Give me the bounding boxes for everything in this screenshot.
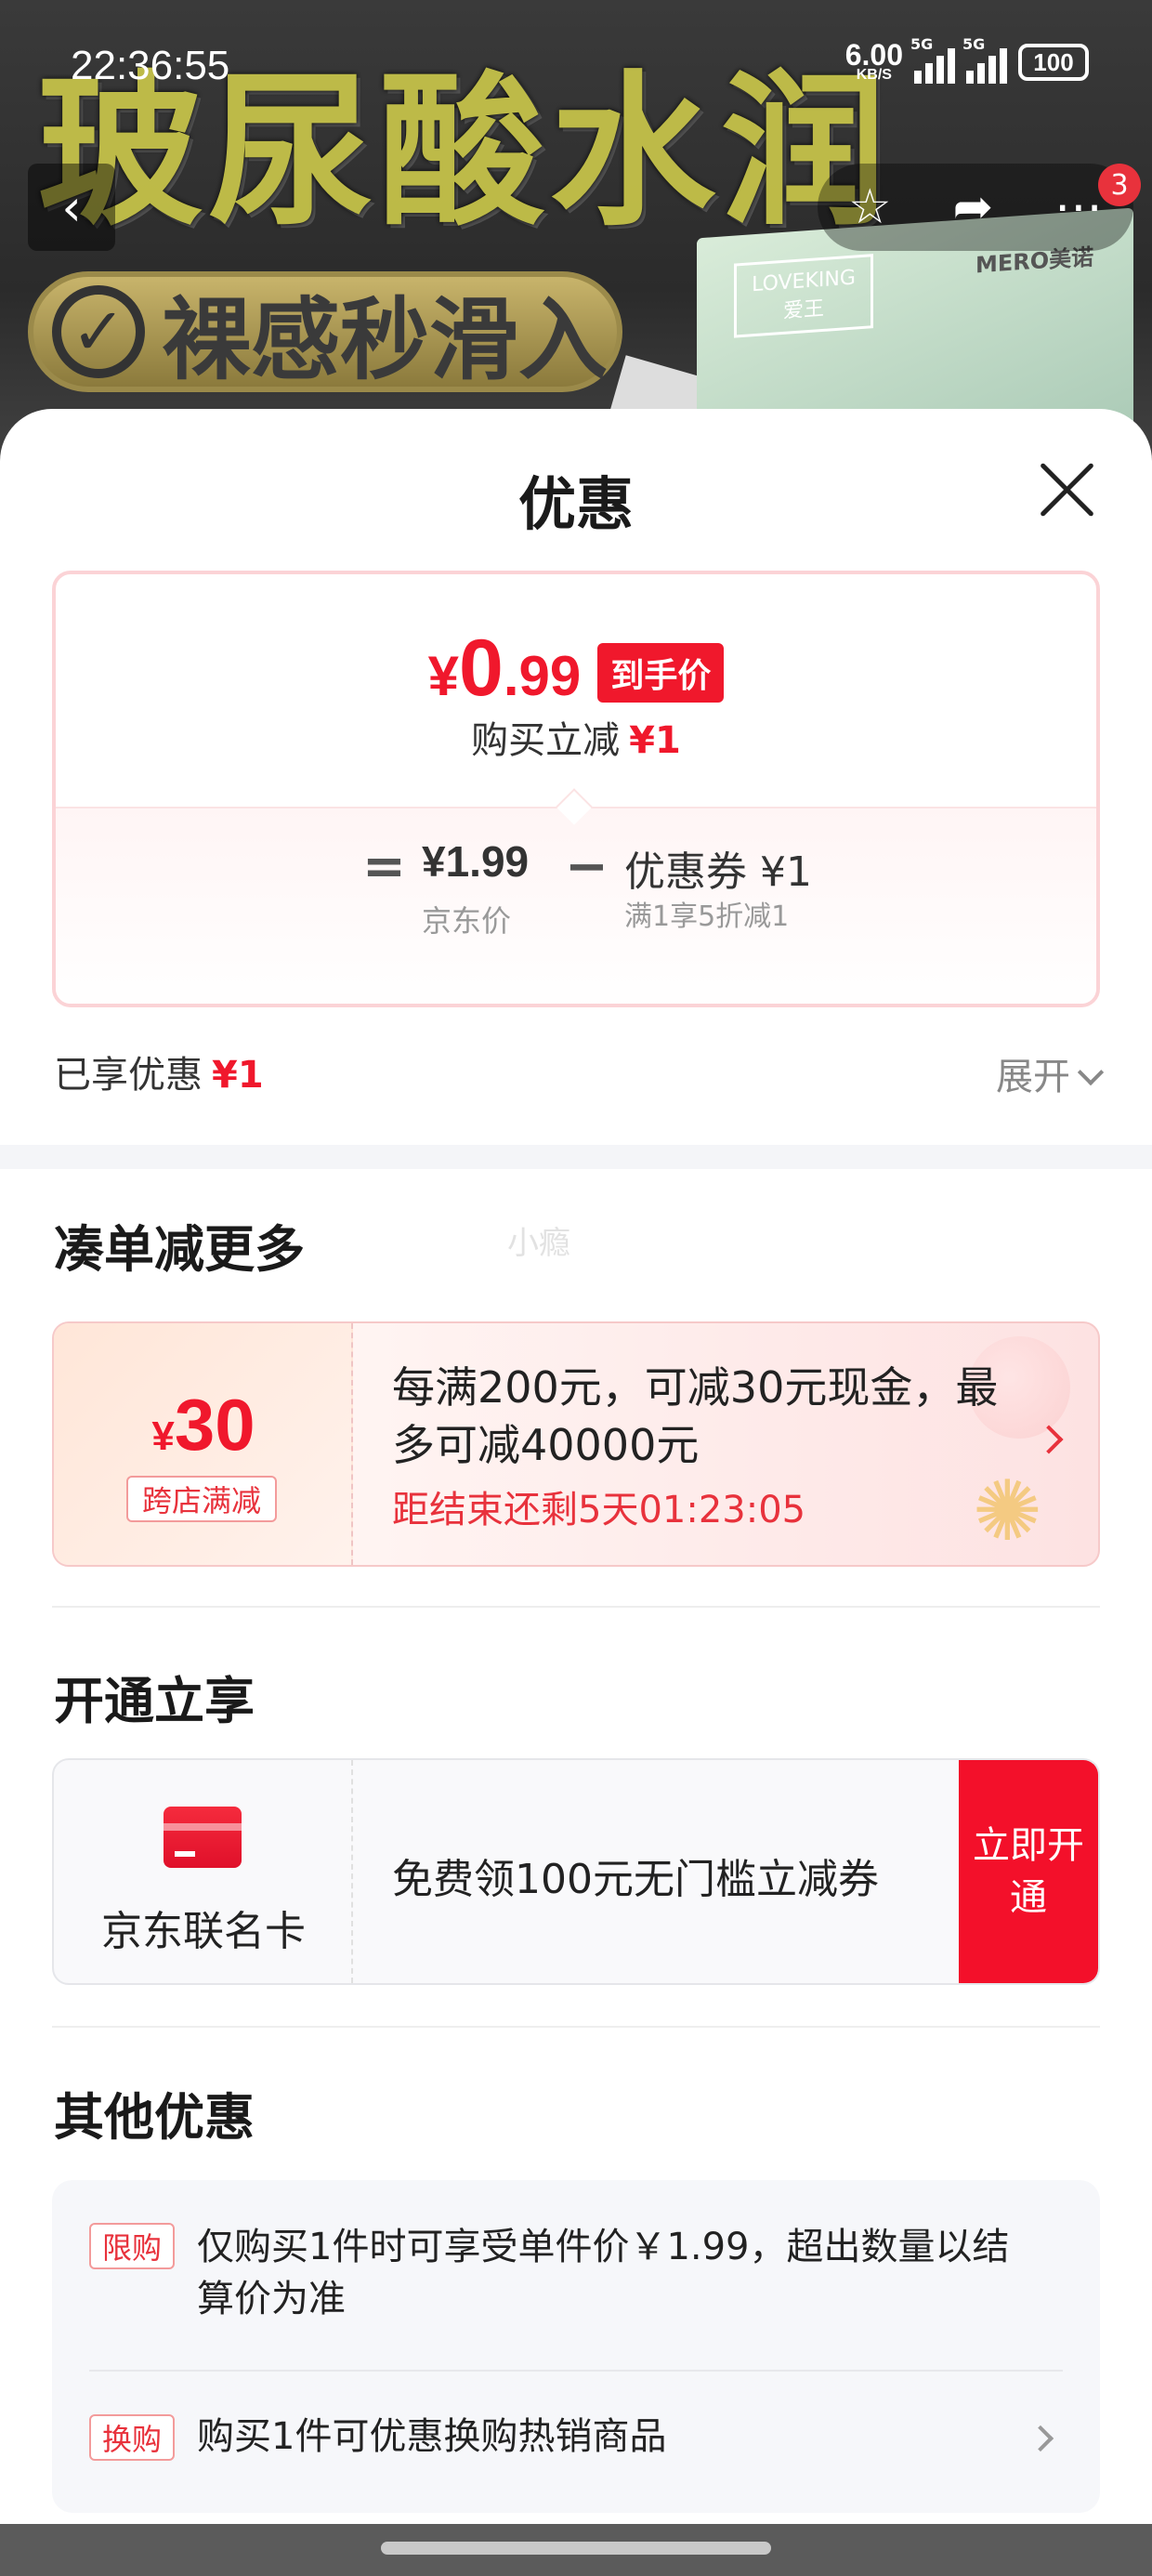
check-icon: ✓ [52, 285, 145, 378]
divider-line [52, 1606, 1100, 1608]
list-item-exchange[interactable]: 换购 购买1件可优惠换购热销商品 [89, 2411, 1063, 2466]
sparkle-icon: ✺ [972, 1463, 1042, 1560]
sheet-title: 优惠 [517, 470, 634, 538]
status-icons: 6.00 KB/S 5G 5G 100 [844, 35, 1089, 84]
price-breakdown: = ¥1.99 京东价 − 优惠券 ¥1 满1享5折减1 [56, 788, 1096, 1004]
final-price-tag: 到手价 [597, 642, 725, 703]
divider-line-3 [89, 2370, 1063, 2372]
promo-countdown: 距结束还剩5天01:23:05 [392, 1489, 806, 1531]
top-actions: ☆ ➦ ⋯ [818, 164, 1133, 251]
network-speed: 6.00 KB/S [844, 38, 903, 83]
close-button[interactable] [1033, 457, 1098, 522]
co-brand-card-offer: 京东联名卡 免费领100元无门槛立减券 立即开通 [52, 1758, 1100, 1985]
promo-text: 每满200元，可减30元现金，最多可减40000元 [392, 1362, 999, 1470]
coupon-desc: 满1享5折减1 [624, 900, 790, 933]
signal-5g-icon-2: 5G [962, 35, 1007, 84]
watermark: 小瘾 [507, 1225, 570, 1262]
exchange-text: 购买1件可优惠换购热销商品 [197, 2415, 667, 2458]
promo-amount: ¥30 [151, 1384, 255, 1465]
card-name: 京东联名卡 [101, 1908, 306, 1955]
more-icon[interactable]: ⋯ [1054, 179, 1103, 235]
open-now-button[interactable]: 立即开通 [959, 1760, 1098, 1983]
battery-icon: 100 [1018, 44, 1089, 81]
instant-discount: 购买立减 ¥1 [471, 719, 681, 762]
back-button[interactable]: ‹ [28, 164, 115, 251]
other-promotions: 限购 仅购买1件时可享受单件价￥1.99，超出数量以结算价为准 换购 购买1件可… [52, 2180, 1100, 2513]
card-offer-text: 免费领100元无门槛立减券 [392, 1856, 879, 1903]
expand-button[interactable]: 展开 [996, 1046, 1105, 1100]
minus-sign: − [565, 836, 609, 897]
section-title-open: 开通立享 [54, 1672, 255, 1730]
status-time: 22:36:55 [71, 43, 230, 88]
list-item-limit: 限购 仅购买1件时可享受单件价￥1.99，超出数量以结算价为准 [89, 2221, 1063, 2333]
limit-text: 仅购买1件时可享受单件价￥1.99，超出数量以结算价为准 [197, 2226, 1010, 2320]
credit-card-icon [164, 1807, 242, 1868]
enjoyed-discount: 已享优惠 ¥1 [54, 1054, 264, 1097]
coupon-title: 优惠券 ¥1 [624, 848, 812, 896]
jd-price: ¥1.99 [422, 837, 530, 886]
hero-badge: ✓ 裸感秒滑入 [28, 271, 622, 392]
section-title-more: 凑单减更多 [54, 1220, 305, 1279]
final-price-area: ¥0.99 到手价 购买立减 ¥1 [56, 574, 1096, 807]
limit-tag: 限购 [89, 2223, 175, 2269]
hero-badge-text: 裸感秒滑入 [162, 287, 608, 392]
final-price: ¥0.99 [427, 624, 582, 713]
promo-tag: 跨店满减 [126, 1476, 277, 1522]
jd-price-label: 京东价 [422, 903, 512, 939]
home-indicator[interactable] [381, 2542, 771, 2555]
section-title-other: 其他优惠 [54, 2088, 255, 2147]
divider-line-2 [52, 2026, 1100, 2028]
status-bar: 22:36:55 6.00 KB/S 5G 5G 100 [0, 0, 1152, 121]
chevron-right-icon [1027, 2425, 1054, 2452]
star-icon[interactable]: ☆ [848, 179, 892, 235]
signal-5g-icon: 5G [910, 35, 955, 84]
cross-store-promo-card[interactable]: ✺ ¥30 跨店满减 每满200元，可减30元现金，最多可减40000元 距结束… [52, 1321, 1100, 1567]
price-card: ¥0.99 到手价 购买立减 ¥1 = ¥1.99 京东价 − 优惠券 ¥1 满1… [52, 571, 1100, 1007]
equals-sign: = [362, 836, 406, 897]
share-icon[interactable]: ➦ [953, 179, 994, 235]
brand-logo-loveking: LOVEKING 爱王 [734, 254, 873, 338]
cart-count-badge: 3 [1098, 164, 1141, 206]
exchange-tag: 换购 [89, 2414, 175, 2461]
section-divider [0, 1145, 1152, 1169]
chevron-down-icon [1077, 1058, 1105, 1086]
